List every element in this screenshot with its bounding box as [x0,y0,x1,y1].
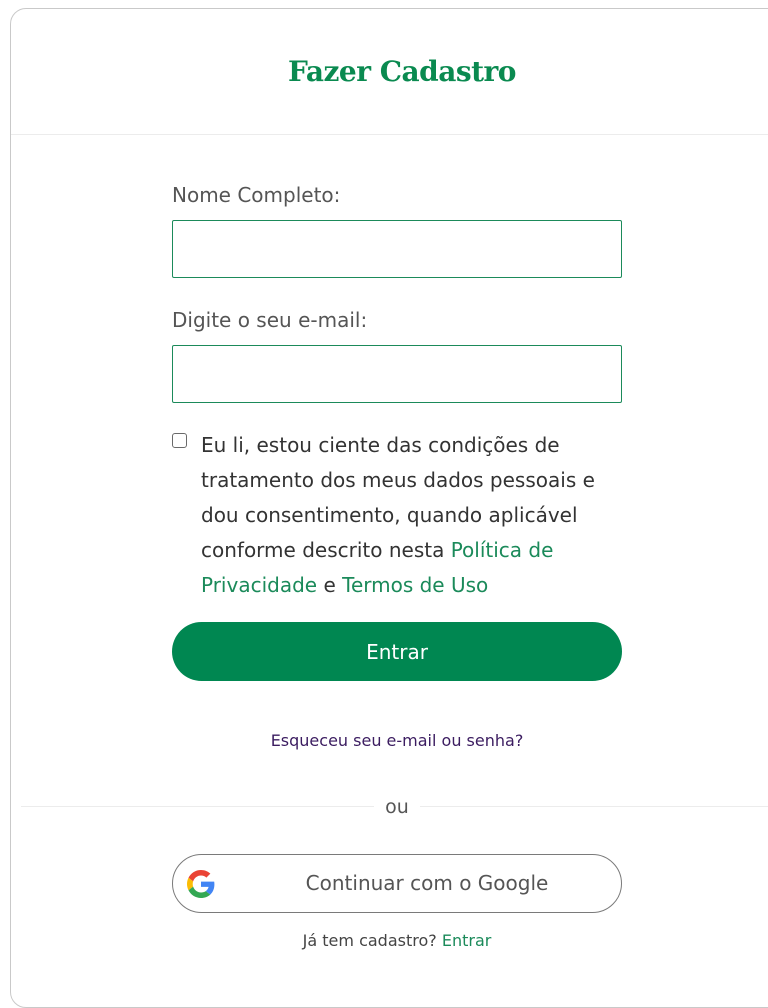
email-input[interactable] [172,345,622,403]
card-header: Fazer Cadastro [11,9,768,135]
forgot-email-password-link[interactable]: Esqueceu seu e-mail ou senha? [11,731,768,750]
google-g-icon [187,870,215,898]
submit-button[interactable]: Entrar [172,622,622,681]
consent-connector: e [317,573,343,597]
login-question: Já tem cadastro? [302,931,437,950]
divider-label: ou [374,796,420,818]
consent-text: Eu li, estou ciente das condições de tra… [201,428,621,603]
terms-of-use-link[interactable]: Termos de Uso [342,573,488,597]
consent-checkbox[interactable] [172,433,187,448]
page-title: Fazer Cadastro [288,55,516,88]
google-button-label: Continuar com o Google [305,871,549,895]
full-name-input[interactable] [172,220,622,278]
signup-card: Fazer Cadastro Nome Completo: Digite o s… [10,8,768,1008]
google-signin-button[interactable]: Continuar com o Google [172,854,622,913]
email-label: Digite o seu e-mail: [172,308,368,332]
name-label: Nome Completo: [172,183,341,207]
login-prompt: Já tem cadastro? Entrar [11,931,768,950]
login-link[interactable]: Entrar [442,931,491,950]
